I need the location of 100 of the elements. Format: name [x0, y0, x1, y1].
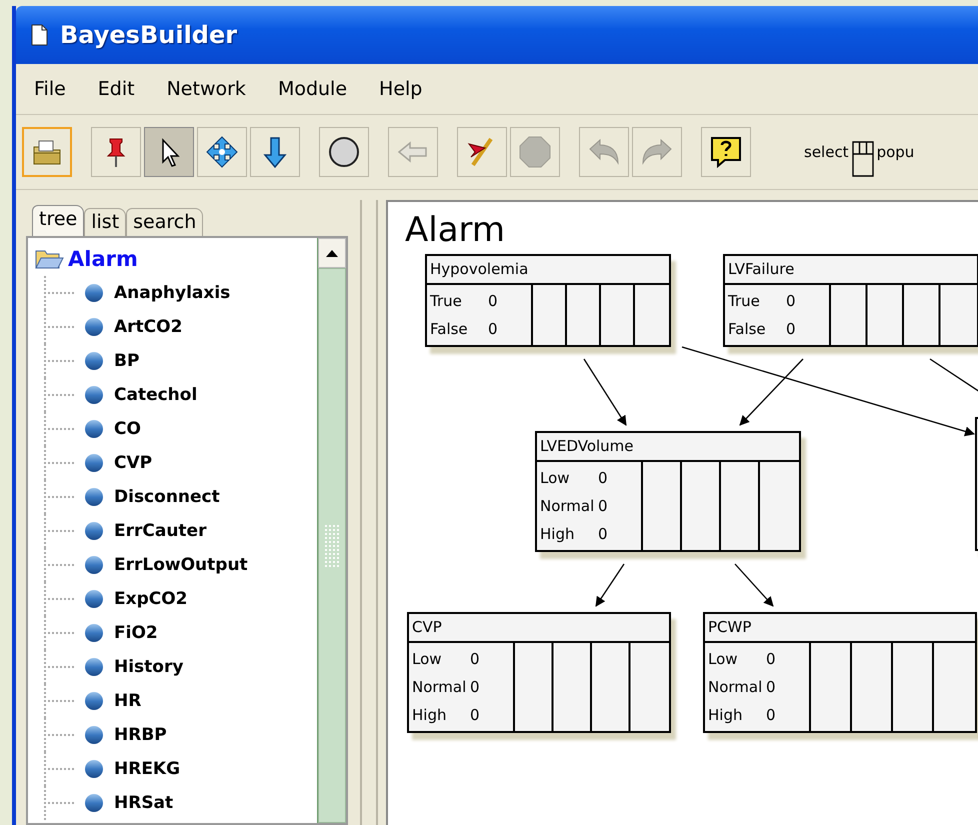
node-ball-icon — [84, 317, 104, 337]
menu-item[interactable]: File — [16, 78, 82, 100]
circle-tool-button[interactable] — [319, 127, 369, 177]
state-value: 0 — [598, 469, 608, 487]
node-title: CVP — [409, 614, 669, 643]
arrow — [583, 358, 627, 426]
open-tool-button[interactable] — [22, 127, 72, 177]
tree-item[interactable]: Disconnect — [114, 487, 220, 507]
window-title: BayesBuilder — [60, 21, 238, 49]
node-ball-icon — [84, 283, 104, 303]
select-label: select — [804, 143, 849, 161]
tree-item[interactable]: CO — [114, 419, 141, 439]
state-label: False — [728, 320, 767, 338]
state-value: 0 — [470, 678, 480, 696]
help-tool-button[interactable] — [701, 127, 751, 177]
state-label: Normal — [412, 678, 468, 696]
tree-item[interactable]: HR — [114, 691, 142, 711]
panel-tab[interactable]: list — [84, 208, 126, 236]
node-ball-icon — [84, 793, 104, 813]
state-value: 0 — [488, 292, 498, 310]
state-value: 0 — [766, 678, 776, 696]
node-ball-icon — [84, 419, 104, 439]
state-label: High — [708, 706, 744, 724]
state-label: High — [412, 706, 448, 724]
mode-grid-icon — [852, 141, 874, 177]
arrow — [734, 564, 774, 607]
state-value: 0 — [766, 650, 776, 668]
tree-item[interactable]: ExpCO2 — [114, 589, 188, 609]
state-value: 0 — [488, 320, 498, 338]
tree-item[interactable]: ErrCauter — [114, 521, 206, 541]
network-node[interactable]: LVFailure True 0 False 0 — [723, 254, 978, 347]
tree-item[interactable]: HREKG — [114, 759, 180, 779]
state-value: 0 — [786, 292, 796, 310]
tree-item[interactable]: HRBP — [114, 725, 167, 745]
menu-item[interactable]: Edit — [82, 78, 151, 100]
panel-tab[interactable]: search — [126, 208, 204, 236]
node-ball-icon — [84, 487, 104, 507]
state-label: Low — [412, 650, 443, 668]
state-label: True — [728, 292, 761, 310]
node-ball-icon — [84, 521, 104, 541]
tree-root[interactable]: Alarm — [68, 247, 138, 271]
tree-item[interactable]: History — [114, 657, 184, 677]
network-node[interactable]: PCWP Low 0 Normal 0 High 0 — [703, 612, 977, 733]
tree-item[interactable]: BP — [114, 351, 140, 371]
menu-item[interactable]: Module — [262, 78, 364, 100]
network-node[interactable]: Hypovolemia True 0 False 0 — [425, 254, 671, 347]
state-value: 0 — [598, 525, 608, 543]
state-label: Low — [708, 650, 739, 668]
node-ball-icon — [84, 351, 104, 371]
node-ball-icon — [84, 589, 104, 609]
help-icon — [709, 135, 743, 169]
state-value: 0 — [470, 650, 480, 668]
tree-item[interactable]: FiO2 — [114, 623, 158, 643]
menu-item[interactable]: Help — [363, 78, 438, 100]
arrow — [595, 564, 625, 607]
tree-item[interactable]: Catechol — [114, 385, 198, 405]
down-tool-button[interactable] — [250, 127, 300, 177]
state-label: Low — [540, 469, 571, 487]
tree-item[interactable]: Anaphylaxis — [114, 283, 230, 303]
tree-item[interactable]: HRSat — [114, 793, 174, 813]
menu-item[interactable]: Network — [150, 78, 262, 100]
node-ball-icon — [84, 691, 104, 711]
state-label: True — [430, 292, 463, 310]
stop-sign-icon — [518, 135, 552, 169]
panel-tab[interactable]: tree — [32, 205, 84, 236]
node-ball-icon — [84, 385, 104, 405]
tree-item[interactable]: ErrLowOutput — [114, 555, 248, 575]
state-value: 0 — [766, 706, 776, 724]
node-title: Hypovolemia — [427, 256, 669, 285]
state-value: 0 — [470, 706, 480, 724]
move-arrows-icon — [205, 135, 239, 169]
flag-tool-button[interactable] — [457, 127, 507, 177]
state-value: 0 — [598, 497, 608, 515]
circle-icon — [327, 135, 361, 169]
popup-label: popu — [876, 143, 914, 161]
network-node[interactable]: LVEDVolume Low 0 Normal 0 High 0 — [535, 431, 801, 552]
node-ball-icon — [84, 453, 104, 473]
network-title: Alarm — [405, 210, 506, 250]
node-title: LVEDVolume — [537, 433, 799, 462]
node-title: LVFailure — [725, 256, 977, 285]
node-ball-icon — [84, 555, 104, 575]
state-label: Normal — [540, 497, 596, 515]
node-ball-icon — [84, 623, 104, 643]
state-value: 0 — [786, 320, 796, 338]
node-ball-icon — [84, 759, 104, 779]
pin-tool-button[interactable] — [91, 127, 141, 177]
tree-item[interactable]: CVP — [114, 453, 152, 473]
up-arrow-icon — [326, 249, 338, 257]
tree-item[interactable]: ArtCO2 — [114, 317, 182, 337]
node-ball-icon — [84, 725, 104, 745]
scroll-up-button[interactable] — [318, 238, 346, 268]
state-label: False — [430, 320, 469, 338]
network-node[interactable]: CVP Low 0 Normal 0 High 0 — [407, 612, 671, 733]
document-icon — [30, 24, 48, 46]
move-tool-button[interactable] — [197, 127, 247, 177]
node-title: PCWP — [705, 614, 975, 643]
node-ball-icon — [84, 657, 104, 677]
state-label: Normal — [708, 678, 764, 696]
state-label: High — [540, 525, 576, 543]
pointer-tool-button[interactable] — [144, 127, 194, 177]
